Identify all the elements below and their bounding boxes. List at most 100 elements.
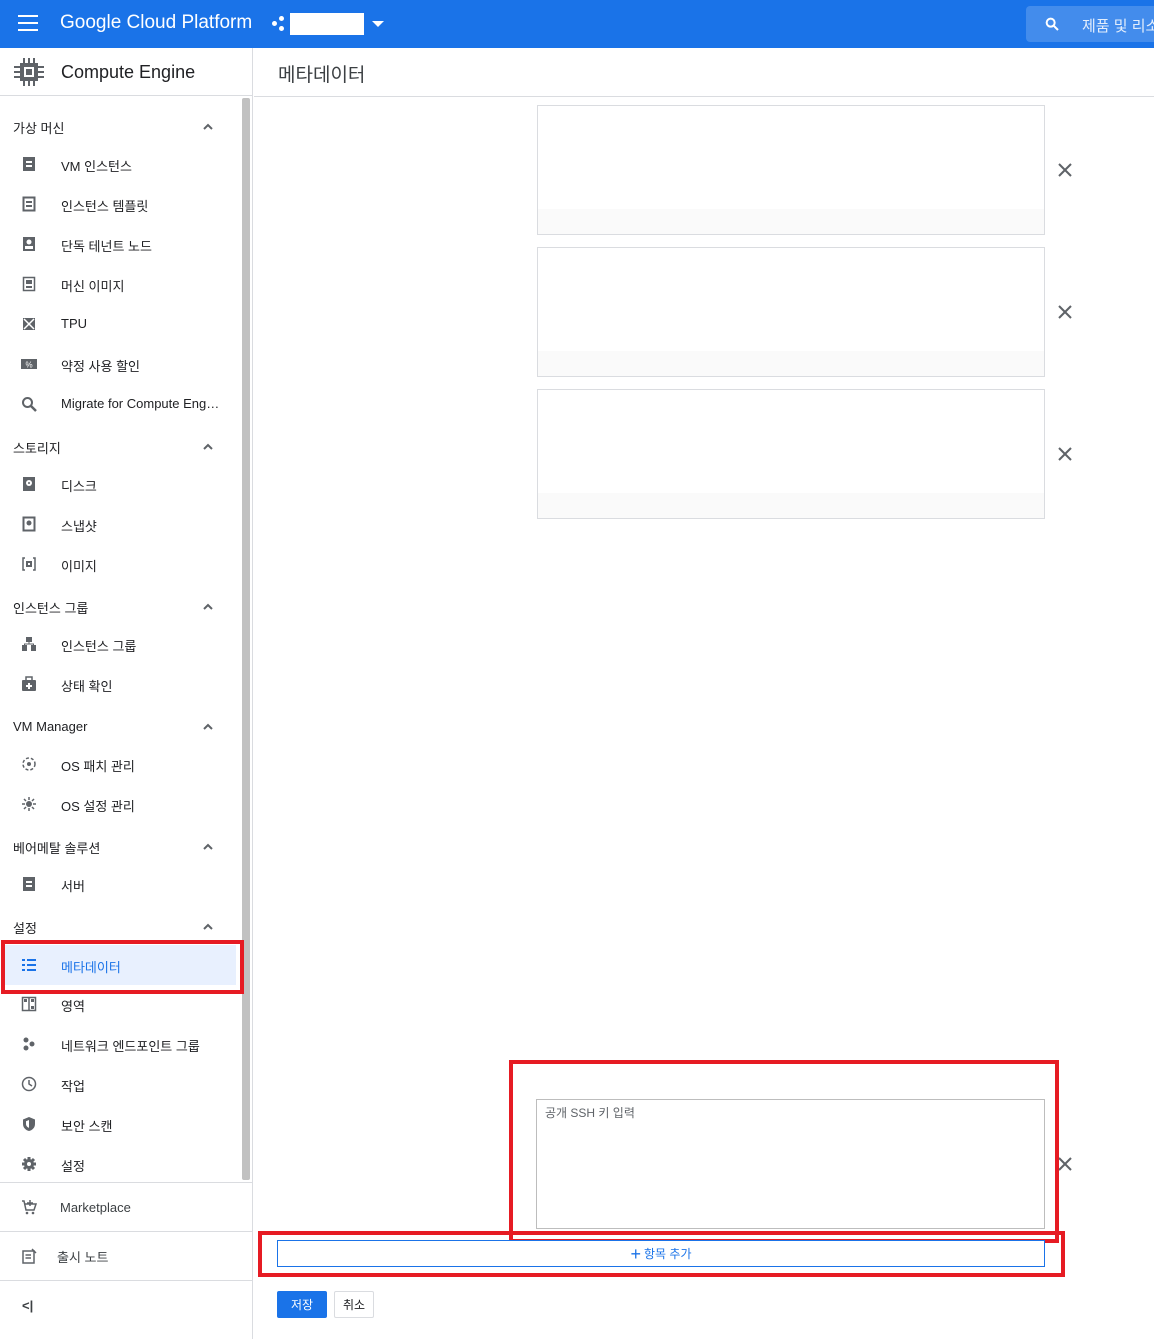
close-icon[interactable] [1058,447,1072,461]
project-name-redacted [290,13,364,35]
sidebar-item-images[interactable]: 이미지 [0,544,240,584]
collapse-sidebar-button[interactable]: <| [22,1298,33,1313]
chevron-up-icon[interactable] [203,923,213,930]
sidebar-item-label: 스냅샷 [61,519,97,534]
sidebar-item-label: 이미지 [61,559,97,574]
instance-group-icon [22,637,36,651]
zone-icon [21,996,37,1012]
marketplace-link[interactable]: Marketplace [0,1183,252,1231]
close-icon[interactable] [1058,305,1072,319]
ssh-key-field[interactable] [537,389,1045,519]
sidebar-item-operations[interactable]: 작업 [0,1064,240,1104]
sidebar-item-settings[interactable]: 설정 [0,1144,240,1184]
sidebar-item-snapshots[interactable]: 스냅샷 [0,504,240,544]
sidebar-item-label: 작업 [61,1079,85,1094]
release-notes-link[interactable]: 출시 노트 [0,1232,252,1280]
section-instance-groups: 인스턴스 그룹 [13,601,89,616]
chevron-up-icon[interactable] [203,603,213,610]
sidebar-item-health-checks[interactable]: 상태 확인 [0,664,240,704]
machine-image-icon [22,276,36,292]
sidebar-item-instance-groups[interactable]: 인스턴스 그룹 [0,624,240,664]
sidebar-scrollbar[interactable] [242,98,250,1180]
gear-icon [22,1157,36,1171]
cart-icon [22,1200,37,1215]
sidebar-item-label: 네트워크 엔드포인트 그룹 [61,1039,200,1054]
menu-icon[interactable] [18,15,38,33]
search-placeholder: 제품 및 리소스 검색 [1082,18,1154,35]
sidebar-item-os-config[interactable]: OS 설정 관리 [0,784,240,824]
close-icon[interactable] [1058,1157,1072,1171]
sidebar-item-label: 설정 [61,1159,85,1174]
section-storage: 스토리지 [13,441,61,456]
sidebar-item-os-patch[interactable]: OS 패치 관리 [0,744,240,784]
image-icon [22,557,36,571]
sidebar-item-label: 머신 이미지 [61,279,125,294]
health-check-icon [22,676,36,691]
search-bar[interactable]: 제품 및 리소스 검색 [1026,6,1154,42]
sidebar-item-migrate[interactable]: Migrate for Compute Engine [0,384,240,424]
section-bare-metal: 베어메탈 솔루션 [13,841,101,856]
save-button[interactable]: 저장 [277,1291,327,1318]
compute-engine-icon [14,58,44,86]
search-icon [1045,17,1059,31]
chevron-up-icon[interactable] [203,843,213,850]
sidebar-item-machine-images[interactable]: 머신 이미지 [0,264,240,304]
sidebar-item-tpu[interactable]: TPU [0,304,240,344]
marketplace-label: Marketplace [60,1200,131,1215]
ssh-key-field[interactable] [537,247,1045,377]
top-bar: Google Cloud Platform 제품 및 리소스 검색 [0,0,1154,48]
cancel-button[interactable]: 취소 [334,1291,374,1318]
search-icon [22,397,37,412]
section-vm: 가상 머신 [13,121,65,136]
vm-instance-icon [23,157,35,171]
shield-icon [23,1117,35,1131]
sidebar-item-sole-tenant-nodes[interactable]: 단독 테넌트 노드 [0,224,240,264]
sidebar-item-label: 디스크 [61,479,97,494]
sidebar-item-label: 단독 테넌트 노드 [61,239,152,254]
sidebar-item-label: OS 설정 관리 [61,799,135,814]
svg-text:%: % [25,361,32,370]
sidebar-item-security-scans[interactable]: 보안 스캔 [0,1104,240,1144]
sidebar-item-vm-instances[interactable]: VM 인스턴스 [0,144,240,184]
sidebar-item-label: 서버 [61,879,85,894]
sidebar-item-servers[interactable]: 서버 [0,864,240,904]
sidebar-item-instance-templates[interactable]: 인스턴스 템플릿 [0,184,240,224]
sidebar-item-label: 상태 확인 [61,679,113,694]
tpu-icon [23,318,35,330]
sidebar-item-label: VM 인스턴스 [61,159,132,174]
chevron-up-icon[interactable] [203,443,213,450]
sidebar-item-label: 인스턴스 그룹 [61,639,137,654]
chevron-up-icon[interactable] [203,123,213,130]
app-title[interactable]: Google Cloud Platform [60,12,252,34]
sidebar-header: Compute Engine [0,48,252,96]
ssh-key-field[interactable] [537,105,1045,235]
page-title: 메타데이터 [278,65,366,86]
sidebar-item-disks[interactable]: 디스크 [0,464,240,504]
highlight-box-add-item [258,1231,1065,1277]
chevron-up-icon[interactable] [203,723,213,730]
sidebar-item-label: 인스턴스 템플릿 [61,199,149,214]
disk-icon [23,477,35,491]
instance-template-icon [22,196,36,212]
sidebar-item-network-endpoint-groups[interactable]: 네트워크 엔드포인트 그룹 [0,1024,240,1064]
divider [0,1280,252,1281]
project-selector[interactable] [272,12,384,36]
network-endpoint-icon [23,1037,35,1051]
project-icon [272,16,288,32]
caret-down-icon [372,21,384,27]
close-icon[interactable] [1058,163,1072,177]
sole-tenant-icon [23,237,35,251]
highlight-box-ssh-input [509,1060,1059,1243]
sidebar-item-label: 약정 사용 할인 [61,359,140,374]
server-icon [23,877,35,891]
release-notes-icon [22,1248,37,1264]
sidebar-item-committed-use-discounts[interactable]: % 약정 사용 할인 [0,344,240,384]
section-vm-manager: VM Manager [13,719,88,734]
highlight-box-metadata [1,940,244,994]
clock-icon [21,1076,37,1092]
page-header: 메타데이터 [254,48,1154,97]
section-settings: 설정 [13,921,37,936]
patch-icon [22,757,36,771]
snapshot-icon [22,516,36,532]
sidebar: Compute Engine 가상 머신 VM 인스턴스 인스턴스 템플릿 단독… [0,48,253,1339]
